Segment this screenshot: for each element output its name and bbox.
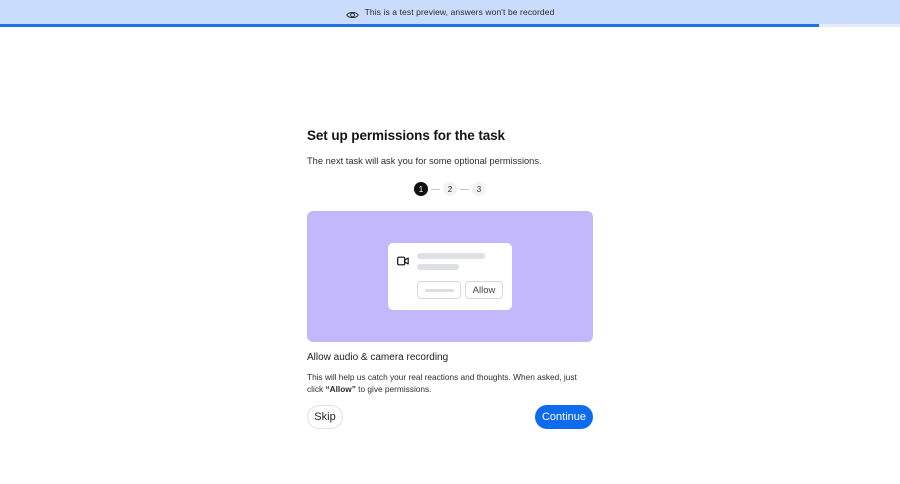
skeleton-line xyxy=(417,264,459,270)
step-1: 1 xyxy=(414,182,428,196)
progress-bar xyxy=(0,24,819,27)
step-connector xyxy=(460,188,469,190)
eye-icon xyxy=(345,7,359,19)
video-camera-icon xyxy=(397,253,409,266)
mock-allow-button: Allow xyxy=(465,281,503,299)
desc-allow-emphasis: “Allow” xyxy=(325,383,356,394)
permission-title: Allow audio & camera recording xyxy=(307,352,449,363)
step-2: 2 xyxy=(443,182,457,196)
page-title: Set up permissions for the task xyxy=(307,128,505,143)
continue-button[interactable]: Continue xyxy=(535,405,593,429)
stepper: 1 2 3 xyxy=(414,182,486,196)
desc-text-end: to give permissions. xyxy=(355,383,432,394)
mock-deny-button xyxy=(417,281,461,299)
preview-banner: This is a test preview, answers won't be… xyxy=(0,0,900,24)
permission-illustration: Allow xyxy=(307,211,593,342)
step-3: 3 xyxy=(472,182,486,196)
step-connector xyxy=(431,188,440,190)
page-subtitle: The next task will ask you for some opti… xyxy=(307,156,542,166)
banner-text: This is a test preview, answers won't be… xyxy=(364,7,555,17)
permission-description: This will help us catch your real reacti… xyxy=(307,372,593,395)
skeleton-line xyxy=(417,253,485,259)
permissions-panel: Set up permissions for the task The next… xyxy=(307,128,593,429)
mock-permission-dialog: Allow xyxy=(388,243,512,310)
skeleton-line xyxy=(425,289,454,292)
skip-button[interactable]: Skip xyxy=(307,405,343,429)
